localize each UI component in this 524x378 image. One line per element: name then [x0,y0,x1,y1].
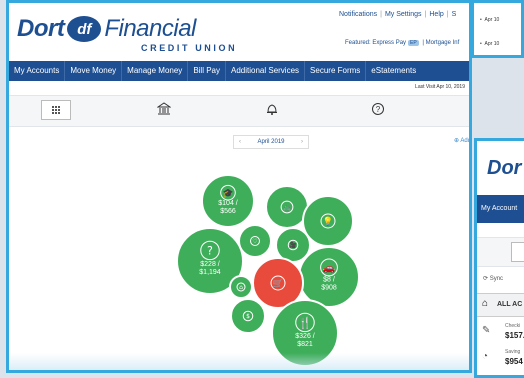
side-panel-top: • Apr 10 • Apr 10 [471,0,524,58]
bubble-amount-line: $228 / [200,261,220,268]
top-links: Notifications | My Settings | Help | S [339,11,456,18]
accounts-header-label: ALL AC [497,301,523,308]
date-text: Apr 10 [484,17,500,23]
add-link[interactable]: ⊕ Add [454,137,469,144]
account-label: Saving [505,349,521,355]
bubble-utilities[interactable]: 💡 [302,195,354,247]
nav-estatements[interactable]: eStatements [366,61,421,81]
nav-additional-services[interactable]: Additional Services [226,61,306,81]
lightbulb-icon-glyph: 💡 [323,216,333,226]
bubble-health[interactable]: ♡ [238,224,272,258]
logo-tagline: CREDIT UNION [141,43,238,53]
bicycle-icon-glyph: 🚲 [283,203,292,212]
car-icon-glyph: 🚗 [323,263,336,274]
tool-icon-bar: ? [9,95,469,127]
checking-icon: ✎ [482,325,491,336]
tool-icon-bar [477,237,524,267]
dollar-icon-glyph: $ [246,313,250,320]
camera-icon-glyph: 🎥 [289,241,297,249]
separator: | [422,40,424,46]
bubble-education[interactable]: 🎓$104 /$566 [201,174,255,228]
sign-out-link[interactable]: S [452,11,457,18]
express-pay-badge: EP [408,40,419,46]
bubble-auto[interactable]: 🚗 $8 /$908 [298,246,360,308]
notifications-link[interactable]: Notifications [339,11,377,18]
logo-df-mark: df [67,16,102,42]
list-item[interactable]: • Apr 10 [480,17,499,23]
utensils-icon-glyph: 🍴 [298,316,312,330]
separator: | [424,11,427,18]
help-link[interactable]: Help [429,11,443,18]
separator: | [446,11,449,18]
bubble-amount-line: $1,194 [199,269,221,276]
nav-move-money[interactable]: Move Money [65,61,123,81]
piggy-bank-icon: ◔ [482,351,489,362]
nav-bill-pay[interactable]: Bill Pay [188,61,226,81]
bubble-amount-line: $326 / [295,333,315,340]
grid-view-button[interactable] [41,100,71,120]
bubble-home[interactable]: ⌂ [229,275,253,299]
account-balance: $954 [505,357,523,366]
bubble-income[interactable]: $ [230,298,266,334]
bubble-amount-line: $8 / [323,277,335,284]
bubble-amount-line: $821 [297,341,313,348]
my-settings-link[interactable]: My Settings [385,11,422,18]
date-text: Apr 10 [484,41,500,47]
sync-button[interactable]: ⟳ Sync [483,275,503,282]
logo-word-financial: Financial [104,15,196,42]
account-label: Checki [505,323,521,329]
bottom-fade [9,353,469,370]
mortgage-info-link[interactable]: Mortgage Inf [426,40,460,46]
bank-icon: ⌂ [482,298,489,309]
home-icon-glyph: ⌂ [239,284,243,291]
table-row[interactable]: ✎ Checki $157. [477,321,524,345]
bubble-amount-line: $908 [321,285,337,292]
table-row[interactable]: ◔ Saving $954 [477,347,524,371]
grid-view-button[interactable] [511,242,524,262]
list-item[interactable]: • Apr 10 [480,41,499,47]
main-nav: My Accounts Move Money Manage Money Bill… [9,61,469,81]
nav-manage-money[interactable]: Manage Money [122,61,189,81]
featured-links: Featured: Express Pay EP | Mortgage Inf [345,40,459,46]
month-label: April 2019 [257,139,285,145]
month-selector: ‹ April 2019 › [233,135,309,149]
nav-my-accounts[interactable]: My Account [477,195,524,223]
express-pay-link[interactable]: Express Pay [372,40,406,46]
dort-financial-logo[interactable]: Dort df Financial [17,15,196,43]
bubble-amount-line: $566 [220,208,236,215]
cart-icon-glyph: 🛒 [273,278,283,288]
bubble-entertainment[interactable]: 🎥 [275,227,311,263]
nav-my-accounts[interactable]: My Accounts [9,61,66,81]
bullet: • [480,41,482,47]
bank-icon[interactable] [155,102,173,120]
main-window: Dort df Financial CREDIT UNION Notificat… [6,0,472,373]
help-icon[interactable]: ? [369,102,387,120]
heart-pulse-icon-glyph: ♡ [252,238,257,245]
accounts-header: ⌂ ALL AC [477,293,524,317]
bell-icon[interactable] [263,102,281,120]
prev-month-button[interactable]: ‹ [234,139,246,145]
logo-fragment: Dor [487,157,522,179]
question-icon-glyph: ? [207,245,213,258]
svg-text:?: ? [376,105,381,114]
featured-label: Featured: [345,40,371,46]
next-month-button[interactable]: › [296,139,308,145]
bullet: • [480,17,482,23]
site-header: Dort df Financial CREDIT UNION Notificat… [9,3,469,61]
logo-word-dort: Dort [17,15,65,42]
nav-secure-forms[interactable]: Secure Forms [305,61,367,81]
bubble-bike[interactable]: 🚲 [265,185,309,229]
last-visit-text: Last Visit Apr 10, 2019 [415,84,465,90]
bubble-amount-line: $104 / [218,200,238,207]
spending-bubble-chart: 🎓$104 /$566 🚲 💡 ♡? $228 /$1,194 🎥 🚗 $8 /$908 🛒 ⌂ $… [176,174,360,367]
account-balance: $157. [505,331,524,340]
graduation-cap-icon-glyph: 🎓 [223,188,234,199]
grid-icon [52,106,60,114]
side-panel-bottom: Dor My Account ⟳ Sync ⌂ ALL AC ✎ Checki … [474,138,524,378]
separator: | [380,11,382,18]
